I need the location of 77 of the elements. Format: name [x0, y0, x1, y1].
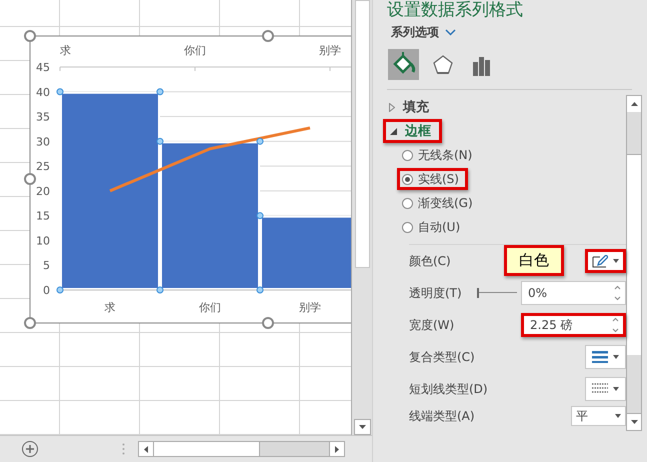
property-label: 宽度(W): [409, 316, 454, 334]
spin-field[interactable]: 2.25 磅: [521, 313, 626, 337]
selection-handle[interactable]: [256, 286, 264, 294]
radio-option[interactable]: 渐变线(G): [397, 192, 482, 214]
resize-handle[interactable]: [262, 30, 274, 42]
radio-button[interactable]: [402, 222, 413, 232]
scroll-down-icon[interactable]: [358, 425, 366, 429]
radio-button[interactable]: [402, 198, 413, 208]
x-axis-label: 别学: [299, 301, 321, 314]
radio-button[interactable]: [402, 150, 413, 160]
compound-type-button[interactable]: [585, 345, 626, 369]
selection-handle[interactable]: [56, 88, 64, 96]
compound-lines-icon: [592, 351, 608, 363]
splitter-handle-icon[interactable]: [122, 443, 125, 455]
pane-title: 设置数据系列格式: [387, 0, 524, 20]
radio-option[interactable]: 实线(S): [397, 168, 468, 190]
expanded-triangle-icon: [390, 128, 397, 134]
spin-field[interactable]: 0%: [521, 281, 626, 305]
x-axis-label: 你们: [199, 301, 221, 314]
y-axis-label: 40: [36, 86, 50, 99]
y-axis-label: 15: [36, 210, 50, 223]
dash-type-button[interactable]: [585, 377, 626, 401]
selection-handle[interactable]: [256, 138, 264, 145]
radio-button[interactable]: [402, 174, 413, 184]
add-sheet-icon[interactable]: [21, 440, 39, 458]
y-axis-label: 5: [43, 259, 50, 272]
y-axis-label: 30: [36, 135, 50, 148]
radio-option[interactable]: 无线条(N): [397, 144, 482, 166]
pen-icon: [592, 254, 608, 268]
selection-handle[interactable]: [56, 286, 64, 294]
transparency-slider[interactable]: [477, 288, 517, 298]
options-label[interactable]: 系列选项: [391, 24, 439, 41]
cap-type-dropdown[interactable]: 平: [571, 406, 626, 426]
y-axis-label: 20: [36, 184, 50, 198]
y-axis-label: 0: [43, 284, 50, 297]
selection-handle[interactable]: [156, 286, 164, 294]
line-series[interactable]: [109, 126, 310, 192]
section-header[interactable]: 边框: [383, 119, 442, 143]
dashed-lines-icon: [592, 383, 608, 395]
selection-handle[interactable]: [256, 212, 264, 220]
x-axis-label: 求: [104, 301, 116, 314]
selection-handle[interactable]: [156, 88, 164, 96]
pane-tab[interactable]: [388, 49, 419, 80]
selection-handle[interactable]: [156, 138, 164, 145]
y-axis-label: 35: [36, 110, 50, 124]
scroll-left-icon[interactable]: [144, 446, 148, 452]
spin-arrows-icon[interactable]: [614, 285, 621, 301]
property-label: 短划线类型(D): [409, 380, 488, 398]
collapsed-triangle-icon: [389, 102, 395, 112]
resize-handle[interactable]: [24, 30, 36, 42]
bar[interactable]: [260, 216, 352, 290]
property-label: 复合类型(C): [409, 348, 475, 366]
property-label: 颜色(C): [409, 252, 451, 270]
horizontal-scrollbar[interactable]: [138, 441, 345, 457]
y-axis-label: 45: [36, 61, 50, 74]
vertical-scrollbar[interactable]: [351, 0, 372, 435]
scroll-up-icon[interactable]: [630, 102, 638, 106]
color-picker-button[interactable]: [585, 249, 626, 273]
pane-scrollbar[interactable]: [626, 95, 642, 431]
resize-handle[interactable]: [262, 317, 274, 329]
resize-handle[interactable]: [24, 317, 36, 329]
scroll-down-icon[interactable]: [630, 420, 638, 424]
y-axis-label: 25: [36, 160, 50, 174]
section-header[interactable]: 填充: [383, 95, 439, 119]
resize-handle[interactable]: [24, 173, 36, 185]
y-axis-label: 10: [36, 234, 50, 248]
property-label: 透明度(T): [409, 284, 462, 302]
radio-option[interactable]: 自动(U): [397, 216, 470, 238]
bar[interactable]: [60, 92, 160, 290]
top-axis-label: 你们: [184, 44, 206, 57]
property-label: 线端类型(A): [409, 408, 475, 424]
color-tooltip: 白色: [504, 245, 564, 276]
chevron-down-icon[interactable]: [445, 29, 456, 36]
scroll-right-icon[interactable]: [335, 446, 339, 452]
top-axis-label: 求: [60, 44, 71, 57]
top-axis-label: 别学: [319, 44, 341, 57]
spin-arrows-icon[interactable]: [612, 317, 619, 333]
